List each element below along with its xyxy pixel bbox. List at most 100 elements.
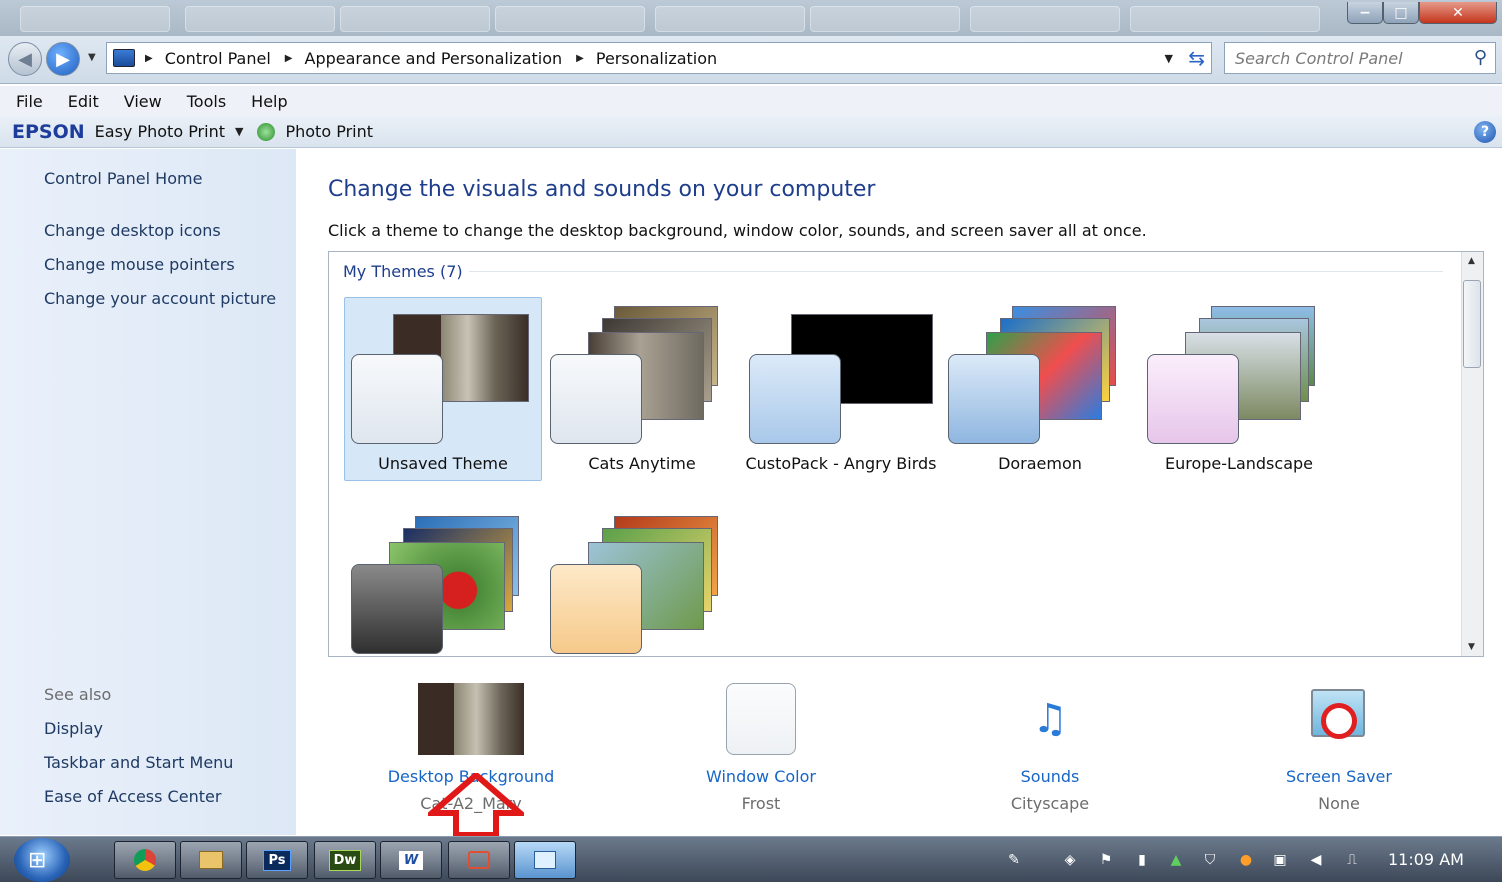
theme-color-swatch — [948, 354, 1040, 444]
search-icon[interactable]: ⚲ — [1474, 47, 1487, 68]
theme-angry-birds[interactable] — [344, 507, 542, 656]
screen-saver-icon — [1303, 683, 1375, 755]
forward-arrow-icon: ▶ — [56, 48, 70, 70]
breadcrumb-control-panel[interactable]: Control Panel — [165, 49, 271, 68]
flag-icon[interactable]: ⚑ — [1096, 849, 1116, 871]
taskbar-app[interactable] — [448, 841, 510, 879]
nvidia-icon[interactable]: ◈ — [1060, 849, 1080, 871]
sounds-link[interactable]: Sounds — [960, 767, 1140, 786]
security-icon[interactable]: ⛉ — [1200, 849, 1220, 871]
minimize-icon: − — [1359, 4, 1371, 21]
easy-photo-print-button[interactable]: Easy Photo Print — [95, 122, 225, 141]
screen-saver-link[interactable]: Screen Saver — [1249, 767, 1429, 786]
background-window-tab — [970, 6, 1120, 32]
power-icon[interactable]: ⎍ — [1342, 849, 1362, 871]
search-input[interactable]: Search Control Panel ⚲ — [1224, 42, 1496, 74]
background-window-tab — [20, 6, 170, 32]
my-themes-group-label: My Themes (7) — [343, 262, 463, 281]
taskbar-chrome[interactable] — [114, 841, 176, 879]
address-dropdown-icon[interactable]: ▼ — [1165, 52, 1173, 65]
breadcrumb-personalization[interactable]: Personalization — [596, 49, 717, 68]
sounds-setting[interactable]: ♫ Sounds Cityscape — [960, 683, 1140, 813]
screen-saver-setting[interactable]: Screen Saver None — [1249, 683, 1429, 813]
theme-color-swatch — [351, 354, 443, 444]
theme-gallery[interactable]: My Themes (7) Unsaved Theme Cats Anytime… — [328, 251, 1484, 657]
refresh-icon[interactable]: ⇆ — [1188, 46, 1205, 70]
app-icon — [468, 851, 490, 869]
breadcrumb-arrow-icon[interactable]: ▶ — [145, 53, 153, 64]
taskbar-explorer[interactable] — [180, 841, 242, 879]
annotation-arrow-icon — [428, 773, 524, 837]
theme-name: Cats Anytime — [588, 454, 696, 473]
taskbar-photoshop[interactable]: Ps — [246, 841, 308, 879]
display-icon[interactable]: ▣ — [1270, 849, 1290, 871]
window-color-link[interactable]: Window Color — [671, 767, 851, 786]
theme-color-swatch — [351, 564, 443, 654]
menu-file[interactable]: File — [16, 92, 43, 111]
menu-bar: File Edit View Tools Help — [0, 86, 1502, 116]
start-button[interactable]: ⊞ — [14, 838, 70, 882]
theme-cats-anytime[interactable]: Cats Anytime — [543, 297, 741, 481]
ease-of-access-link[interactable]: Ease of Access Center — [44, 787, 221, 806]
recent-pages-dropdown[interactable]: ▼ — [88, 52, 96, 63]
menu-help[interactable]: Help — [251, 92, 287, 111]
taskbar-start-menu-link[interactable]: Taskbar and Start Menu — [44, 753, 233, 772]
group-divider — [469, 271, 1443, 272]
background-window-tab — [655, 6, 805, 32]
back-button[interactable]: ◀ — [8, 42, 42, 76]
chrome-icon — [134, 849, 156, 871]
address-bar[interactable]: ▶ Control Panel ▶ Appearance and Persona… — [106, 42, 1212, 74]
taskbar-word[interactable]: W — [380, 841, 442, 879]
window-color-setting[interactable]: Window Color Frost — [671, 683, 851, 813]
dreamweaver-icon: Dw — [328, 849, 362, 871]
sidebar: Control Panel Home Change desktop icons … — [0, 149, 296, 835]
clock[interactable]: 11:09 AM — [1388, 850, 1464, 869]
sounds-icon: ♫ — [1032, 696, 1068, 742]
theme-gallery-scrollbar[interactable]: ▲ ▼ — [1461, 252, 1483, 656]
display-link[interactable]: Display — [44, 719, 103, 738]
photo-print-button[interactable]: Photo Print — [285, 122, 373, 141]
menu-tools[interactable]: Tools — [187, 92, 226, 111]
breadcrumb-appearance[interactable]: Appearance and Personalization — [305, 49, 563, 68]
network-icon[interactable]: ▲ — [1166, 849, 1186, 871]
minimize-button[interactable]: − — [1347, 2, 1383, 24]
theme-unsaved[interactable]: Unsaved Theme — [344, 297, 542, 481]
background-window-tab — [495, 6, 645, 32]
battery-icon[interactable]: ▮ — [1132, 849, 1152, 871]
theme-fantasy[interactable] — [543, 507, 741, 656]
back-arrow-icon: ◀ — [18, 48, 32, 70]
menu-edit[interactable]: Edit — [68, 92, 99, 111]
breadcrumb-arrow-icon[interactable]: ▶ — [576, 53, 584, 64]
taskbar-control-panel[interactable] — [514, 841, 576, 879]
theme-custopack-angry-birds[interactable]: CustoPack - Angry Birds — [742, 297, 940, 481]
change-desktop-icons-link[interactable]: Change desktop icons — [44, 221, 221, 240]
main-content: Change the visuals and sounds on your co… — [296, 149, 1502, 837]
theme-europe-landscape[interactable]: Europe-Landscape — [1140, 297, 1338, 481]
volume-icon[interactable]: ◀ — [1306, 849, 1326, 871]
chevron-down-icon[interactable]: ▼ — [235, 125, 243, 138]
forward-button[interactable]: ▶ — [46, 42, 80, 76]
action-center-icon[interactable]: ✎ — [1004, 849, 1024, 871]
close-icon: ✕ — [1452, 4, 1464, 21]
background-window-tab — [810, 6, 960, 32]
update-icon[interactable]: ● — [1236, 849, 1256, 871]
theme-doraemon[interactable]: Doraemon — [941, 297, 1139, 481]
control-panel-icon — [113, 49, 135, 67]
background-window-tab — [340, 6, 490, 32]
background-window-tab — [185, 6, 335, 32]
photo-print-icon — [257, 122, 276, 141]
maximize-button[interactable]: □ — [1383, 2, 1419, 24]
change-account-picture-link[interactable]: Change your account picture — [44, 289, 276, 308]
scroll-down-arrow-icon[interactable]: ▼ — [1468, 642, 1475, 652]
desktop-background-icon — [418, 683, 524, 755]
help-icon[interactable]: ? — [1474, 121, 1496, 143]
scrollbar-thumb[interactable] — [1463, 280, 1481, 368]
scroll-up-arrow-icon[interactable]: ▲ — [1468, 256, 1475, 266]
theme-color-swatch — [1147, 354, 1239, 444]
control-panel-home-link[interactable]: Control Panel Home — [44, 169, 202, 188]
menu-view[interactable]: View — [124, 92, 162, 111]
close-button[interactable]: ✕ — [1419, 2, 1497, 24]
taskbar-dreamweaver[interactable]: Dw — [314, 841, 376, 879]
change-mouse-pointers-link[interactable]: Change mouse pointers — [44, 255, 235, 274]
breadcrumb-arrow-icon[interactable]: ▶ — [285, 53, 293, 64]
